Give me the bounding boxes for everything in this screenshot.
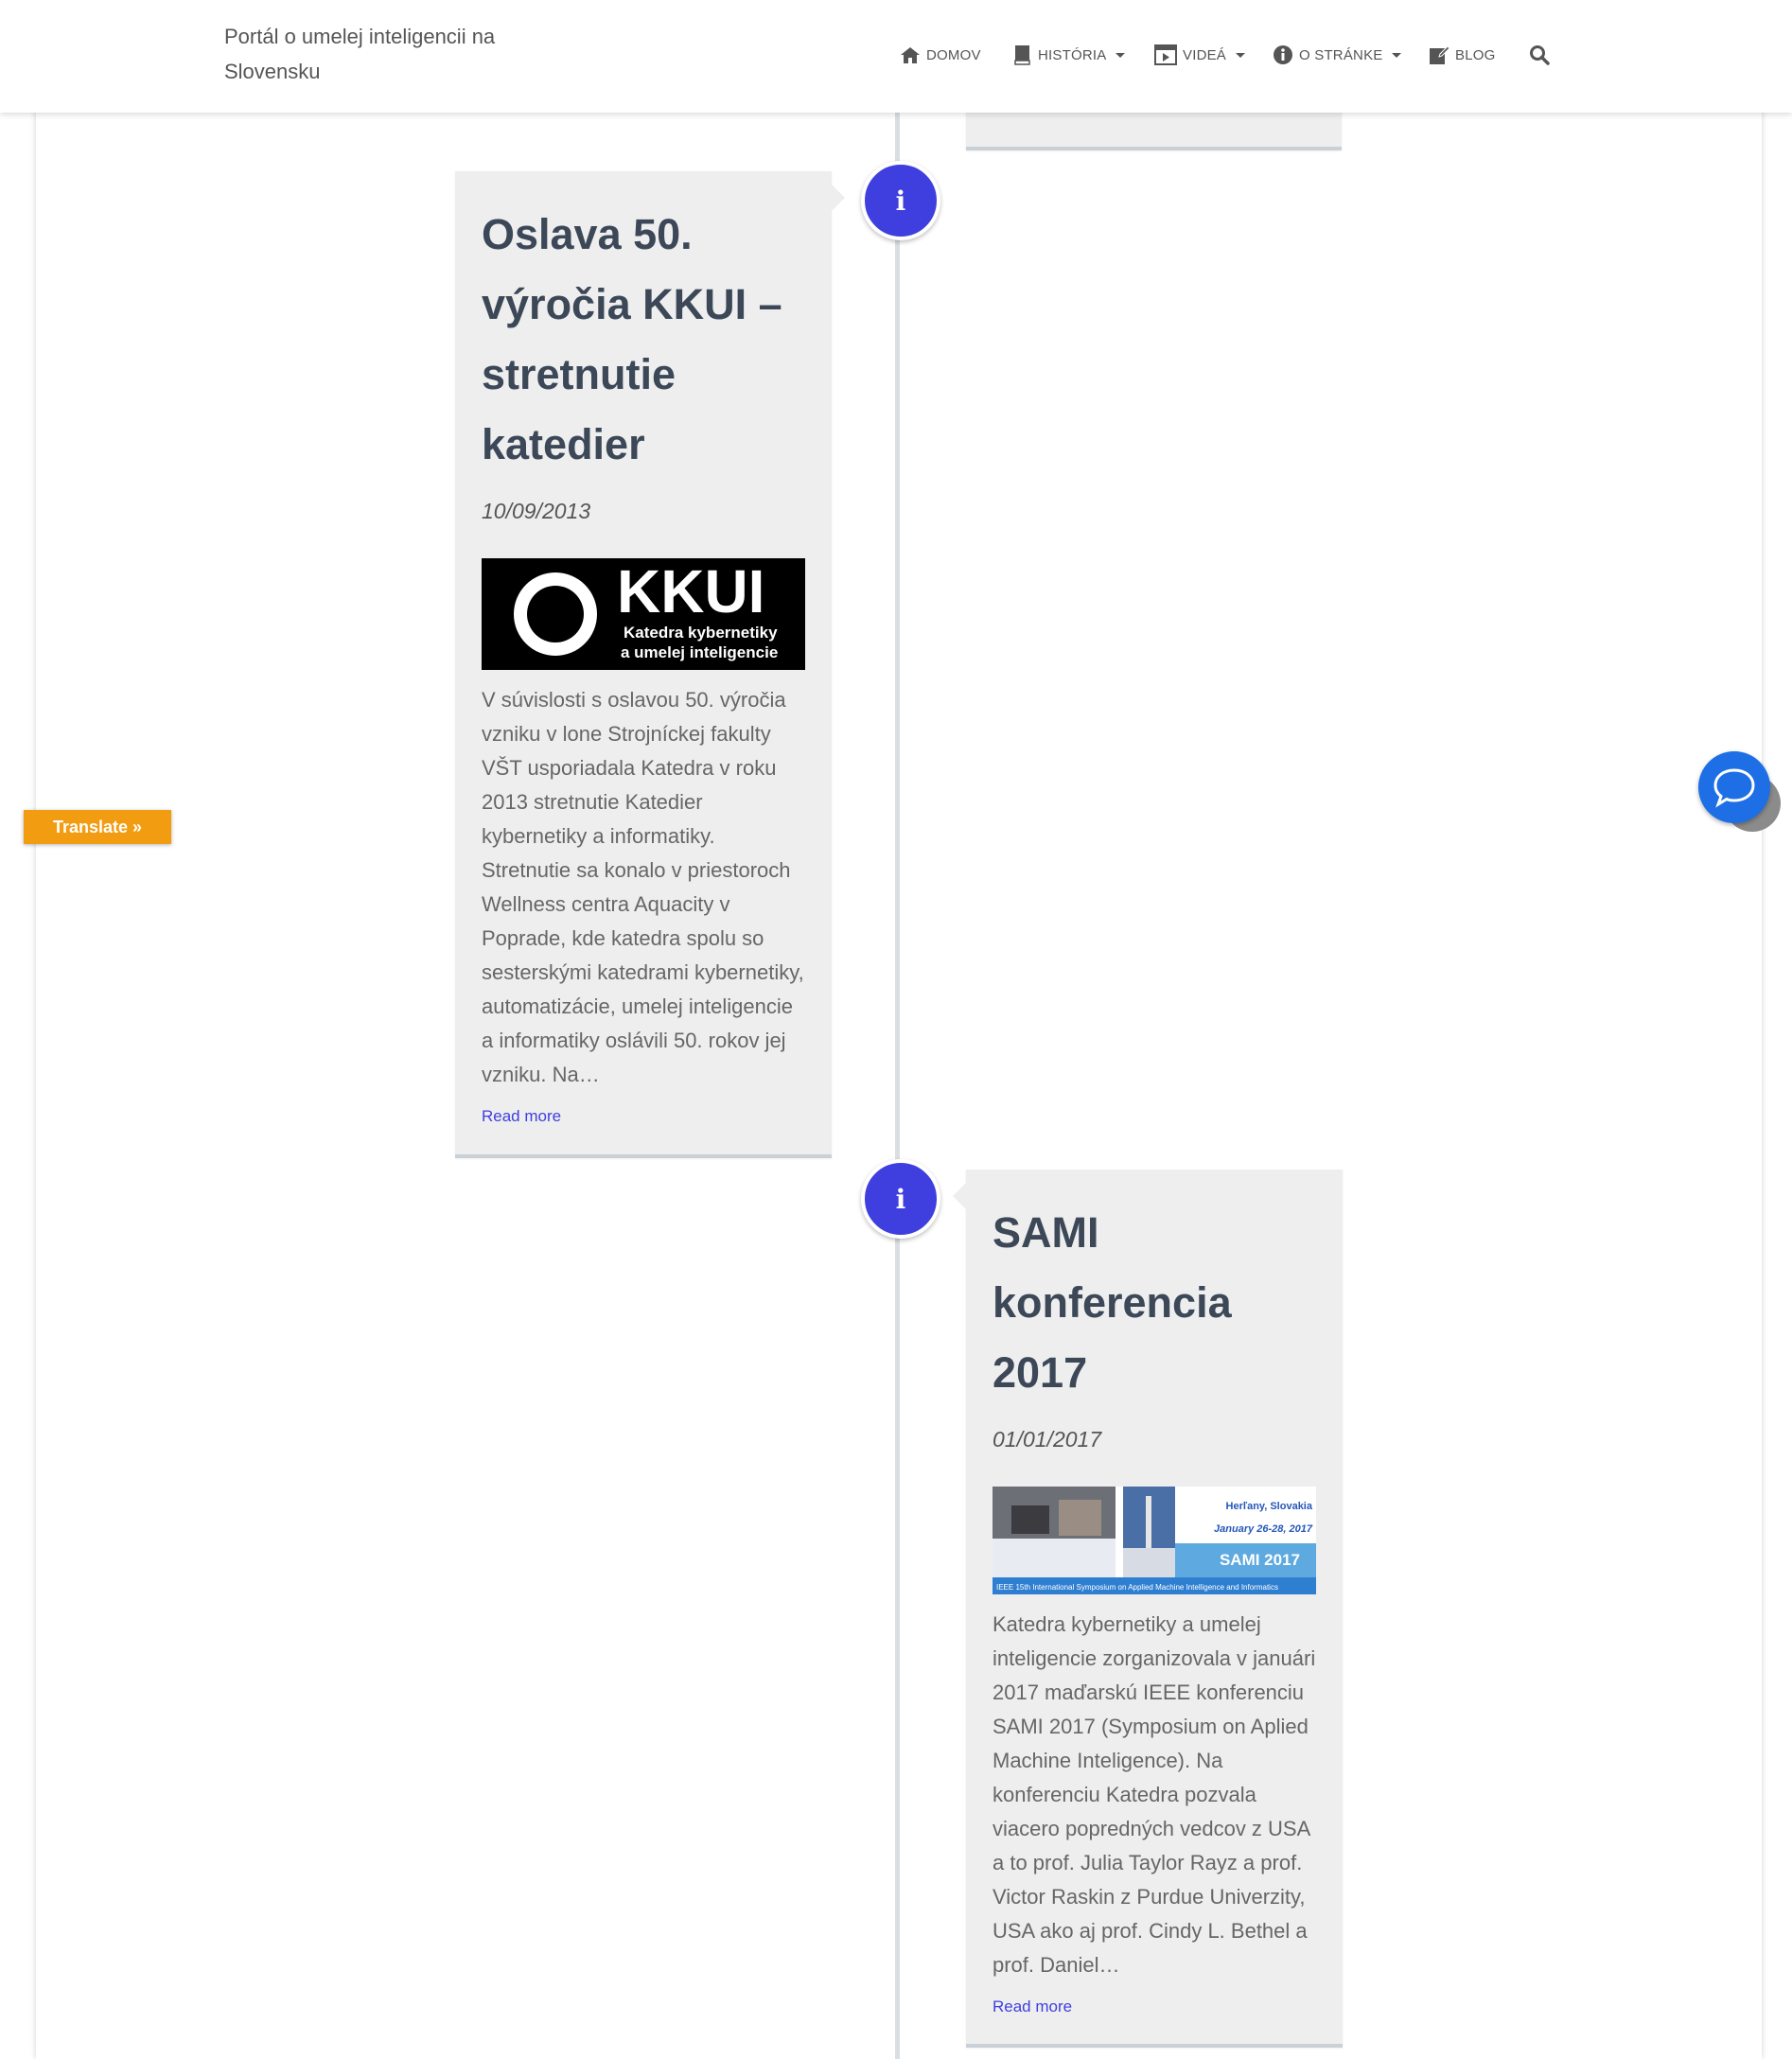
banner-location: Herľany, Slovakia xyxy=(1226,1501,1313,1512)
banner-name: SAMI 2017 xyxy=(1220,1551,1300,1569)
card-pointer xyxy=(832,185,845,211)
chat-icon xyxy=(1713,768,1755,808)
menu-item-videa[interactable]: VIDEÁ xyxy=(1154,42,1246,68)
book-icon xyxy=(1014,45,1030,65)
timeline-info-icon: i xyxy=(861,161,940,240)
timeline-line xyxy=(895,113,900,2059)
main-menu: DOMOV HISTÓRIA VIDEÁ O STRÁNKE BLOG xyxy=(0,0,1792,113)
top-navbar: Portál o umelej inteligencii na Slovensk… xyxy=(0,0,1792,113)
menu-item-blog[interactable]: BLOG xyxy=(1429,42,1495,68)
logo-subtitle-1: Katedra kybernetiky xyxy=(624,624,778,642)
post-excerpt: V súvislosti s oslavou 50. výročia vznik… xyxy=(482,688,804,1086)
chevron-down-icon xyxy=(1236,52,1246,58)
translate-button[interactable]: Translate » xyxy=(24,810,171,844)
video-icon xyxy=(1154,44,1177,65)
banner-dates: January 26-28, 2017 xyxy=(1214,1523,1313,1535)
read-more-link[interactable]: Read more xyxy=(482,1107,805,1126)
menu-label: O STRÁNKE xyxy=(1299,46,1383,63)
menu-label: VIDEÁ xyxy=(1183,46,1227,63)
edit-icon xyxy=(1430,45,1449,64)
menu-label: BLOG xyxy=(1455,46,1496,63)
menu-item-o-stranke[interactable]: O STRÁNKE xyxy=(1273,42,1402,68)
sami-banner-image[interactable]: Herľany, Slovakia January 26-28, 2017 SA… xyxy=(993,1487,1316,1594)
menu-item-historia[interactable]: HISTÓRIA xyxy=(1013,42,1126,68)
search-icon xyxy=(1530,45,1550,65)
timeline-card: SAMI konferencia 2017 01/01/2017 Herľany… xyxy=(953,1170,1343,2048)
search-button[interactable] xyxy=(1529,42,1550,68)
info-icon xyxy=(1274,45,1292,64)
menu-item-domov[interactable]: DOMOV xyxy=(900,42,981,68)
banner-caption: IEEE 15th International Symposium on App… xyxy=(996,1583,1278,1592)
timeline-card: Oslava 50. výročia KKUI – stretnutie kat… xyxy=(455,171,845,1158)
chat-button[interactable] xyxy=(1698,751,1770,823)
post-title[interactable]: SAMI konferencia 2017 xyxy=(993,1198,1316,1408)
read-more-link[interactable]: Read more xyxy=(993,1997,1316,2016)
chevron-down-icon xyxy=(1116,52,1126,58)
post-date: 01/01/2017 xyxy=(993,1427,1102,1452)
kkui-logo-image[interactable]: KKUI Katedra kybernetiky a umelej inteli… xyxy=(482,558,805,670)
chevron-down-icon xyxy=(1392,52,1402,58)
post-date: 10/09/2013 xyxy=(482,499,591,523)
logo-text: KKUI xyxy=(617,558,764,625)
post-title[interactable]: Oslava 50. výročia KKUI – stretnutie kat… xyxy=(482,200,805,480)
menu-label: DOMOV xyxy=(926,46,981,63)
home-icon xyxy=(901,47,920,63)
logo-subtitle-2: a umelej inteligencie xyxy=(621,643,778,661)
post-excerpt: Katedra kybernetiky a umelej inteligenci… xyxy=(993,1612,1316,1977)
timeline-info-icon: i xyxy=(861,1159,940,1239)
card-pointer xyxy=(953,1183,966,1209)
menu-label: HISTÓRIA xyxy=(1038,46,1107,63)
